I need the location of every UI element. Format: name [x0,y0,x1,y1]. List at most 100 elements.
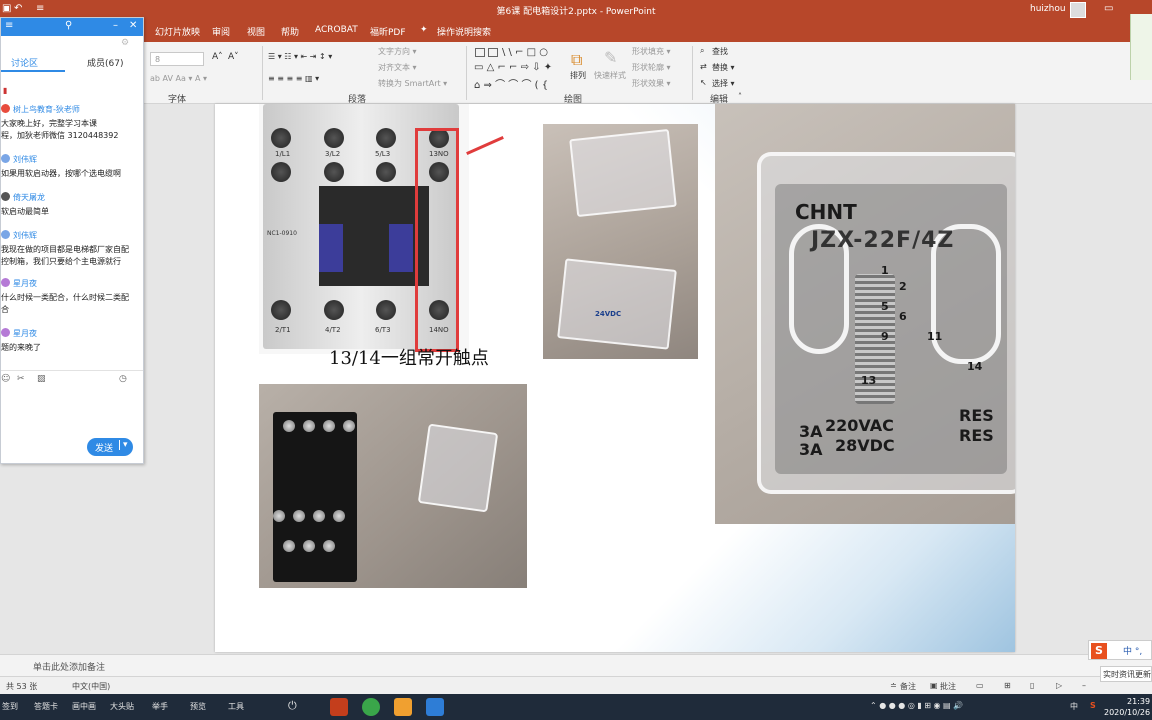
tab-discussion[interactable]: 讨论区 [11,56,38,69]
user-avatar[interactable] [1070,2,1086,18]
recorder-app-icon[interactable] [394,698,412,716]
decrease-font-icon[interactable]: A˅ [228,52,239,62]
contactor-window [389,224,413,272]
minimize-icon[interactable]: – [113,20,118,31]
message-author[interactable]: 刘伟辉 [13,230,37,241]
tab-help[interactable]: 帮助 [281,25,299,38]
shape-row-2-icon[interactable]: ▭ △ ⌐ ⌐ ⇨ ⇩ ✦ [474,62,552,73]
comments-button[interactable]: 批注 [940,681,956,692]
user-name[interactable]: huizhou [1030,4,1066,14]
terminal-screw [376,128,397,148]
textbox-shape-icon[interactable] [475,48,485,57]
socket-screw [303,420,315,432]
emoji-icon[interactable]: ☺ [1,374,10,384]
terminal-screw [323,300,344,320]
language-indicator[interactable]: 中文(中国) [72,681,110,692]
tab-slideshow[interactable]: 幻灯片放映 [155,25,200,38]
chevron-down-icon[interactable]: ▾ [119,440,128,450]
font-size-box[interactable]: 8 [150,52,204,66]
slide-caption[interactable]: 13/14一组常开触点 [329,344,489,370]
replace-button[interactable]: 替换 ▾ [712,62,735,73]
scissors-icon[interactable]: ✂ [17,374,25,384]
pin-number: 5 [881,300,889,313]
image-icon[interactable]: ▨ [37,374,46,384]
ime-toolbar[interactable]: S 中 °, [1088,640,1152,660]
terminal-label: 6/T3 [375,326,391,334]
bullets-icon[interactable]: ☰ ▾ ☷ ▾ ⇤ ⇥ ↕ ▾ [268,52,332,61]
relays-photo[interactable]: 24VDC [543,124,698,359]
browser-app-icon[interactable] [362,698,380,716]
slide-count[interactable]: 共 53 张 [6,681,37,692]
collapse-ribbon-icon[interactable]: ˄ [738,92,742,101]
pin-icon[interactable]: ⚲ [65,20,72,31]
send-button[interactable]: 发送 ▾ [87,438,133,456]
ime-mode[interactable]: 中 °, [1123,644,1142,657]
news-popup[interactable]: 实时资讯更新 [1100,666,1152,682]
vertical-textbox-shape-icon[interactable] [488,48,498,57]
find-button[interactable]: 查找 [712,46,728,57]
align-icons[interactable]: ≡ ≡ ≡ ≡ ▥ ▾ [268,74,319,83]
menu-icon[interactable]: ≡ [5,20,13,31]
quick-styles-icon[interactable]: ✎ [604,48,617,67]
powerpoint-app-icon[interactable] [330,698,348,716]
shape-effects-button[interactable]: 形状效果 ▾ [632,78,671,89]
message-author[interactable]: 星月夜 [13,278,37,289]
smartart-button[interactable]: 转换为 SmartArt ▾ [378,78,447,89]
tab-acrobat[interactable]: ACROBAT [315,25,358,35]
socket-screw [273,510,285,522]
relay-voltage-label: 24VDC [595,310,622,318]
tab-view[interactable]: 视图 [247,25,265,38]
align-text-button[interactable]: 对齐文本 ▾ [378,62,417,73]
taskbar-tools[interactable]: 工具 [228,701,244,712]
tell-me-search[interactable]: 操作说明搜索 [437,25,491,38]
tab-foxit-pdf[interactable]: 福昕PDF [370,25,406,38]
tab-members[interactable]: 成员(67) [87,56,123,69]
relay-closeup-photo[interactable]: CHNT JZX-22F/4Z 1 2 5 6 9 11 13 14 3A 22… [715,104,1015,524]
taskbar-answer-card[interactable]: 答题卡 [34,701,58,712]
message-fragment: ▮ [3,86,8,95]
slide-sorter-icon[interactable]: ⊞ [1004,681,1011,690]
taskbar-raise-hand[interactable]: 举手 [152,701,168,712]
power-icon[interactable]: ⏻ [288,699,297,713]
clock[interactable]: 21:39 2020/10/26 [1104,696,1150,718]
slide-canvas[interactable]: 1/L1 3/L2 5/L3 13NO NC1-0910 2/T1 4/T2 6… [215,104,1015,652]
line-shape-icon[interactable]: \ \ ⌐ □ ○ [502,47,548,58]
taskbar-preview[interactable]: 预览 [190,701,206,712]
slideshow-view-icon[interactable]: ▷ [1056,681,1062,690]
taskbar-checkin[interactable]: 签到 [2,701,18,712]
classroom-app-icon[interactable] [426,698,444,716]
select-button[interactable]: 选择 ▾ [712,78,735,89]
taskbar-pip[interactable]: 画中画 [72,701,96,712]
shape-outline-button[interactable]: 形状轮廓 ▾ [632,62,671,73]
increase-font-icon[interactable]: A˄ [212,52,223,62]
reading-view-icon[interactable]: ▯ [1030,681,1034,690]
message-author[interactable]: 倚天屠龙 [13,192,45,203]
terminal-label: 4/T2 [325,326,341,334]
font-format-icons[interactable]: ab AV Aa ▾ A ▾ [150,74,207,83]
message-input[interactable] [1,390,143,434]
shape-fill-button[interactable]: 形状填充 ▾ [632,46,671,57]
notes-button[interactable]: 备注 [900,681,916,692]
ime-language[interactable]: 中 [1070,701,1078,712]
history-icon[interactable]: ◷ [119,374,127,384]
message-author[interactable]: 树上鸟教育-狄老师 [13,104,80,115]
normal-view-icon[interactable]: ▭ [976,681,984,690]
system-tray-icons[interactable]: ⌃ ● ● ● ◎ ▮ ⊞ ◉ ▤ 🔊 [870,701,963,710]
close-icon[interactable]: ✕ [129,20,137,31]
taskbar-sticker[interactable]: 大头贴 [110,701,134,712]
arrange-button[interactable]: 排列 [570,70,586,81]
sogou-tray-icon[interactable]: S [1090,701,1096,710]
zoom-out-icon[interactable]: – [1082,681,1086,690]
relay-dc-rating: 28VDC [835,436,895,455]
text-direction-button[interactable]: 文字方向 ▾ [378,46,417,57]
message-author[interactable]: 星月夜 [13,328,37,339]
ribbon-display-icon[interactable]: ▭ [1104,3,1113,14]
tab-review[interactable]: 审阅 [212,25,230,38]
message-author[interactable]: 刘伟辉 [13,154,37,165]
notes-pane[interactable]: 单击此处添加备注 [0,654,1152,676]
quick-styles-button[interactable]: 快速样式 [594,70,626,81]
arrange-icon[interactable]: ⧉ [571,50,582,70]
relay-socket-photo[interactable] [259,384,527,588]
clock-time: 21:39 [1127,697,1151,706]
shape-row-3-icon[interactable]: ⌂ ⇒ ⌒ ⌒ ⌒ ( { [474,76,548,91]
